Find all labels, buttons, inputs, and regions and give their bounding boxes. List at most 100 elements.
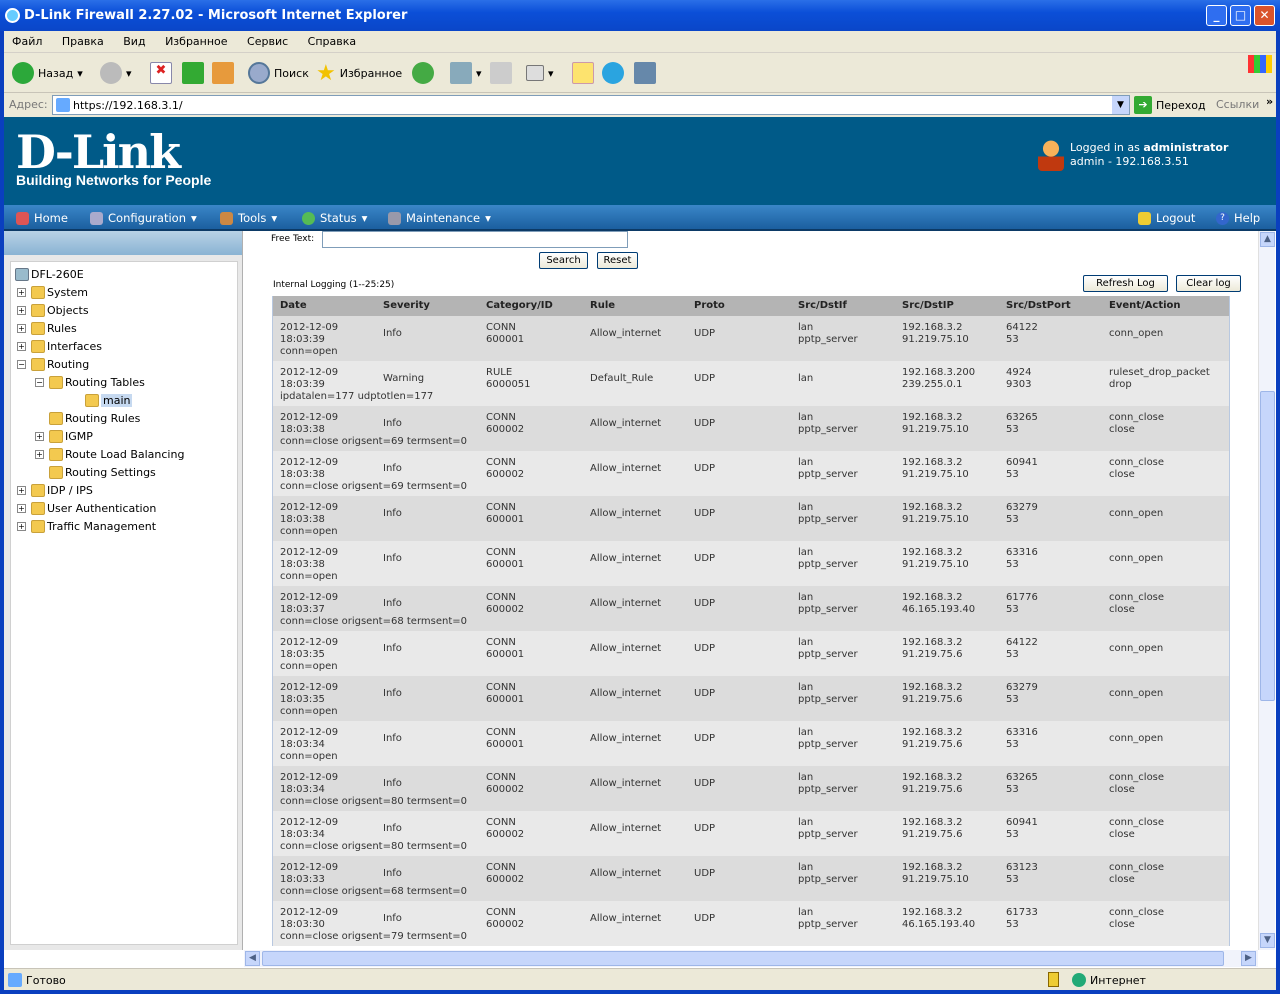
expand-icon[interactable]: + <box>17 504 26 513</box>
dlink-banner: D-Link Building Networks for People Logg… <box>4 117 1276 205</box>
tree-item-dfl-260e[interactable]: DFL-260E <box>15 266 84 283</box>
home-button[interactable] <box>212 61 234 85</box>
tree-item-main[interactable]: main <box>71 392 133 409</box>
notes-button[interactable] <box>572 61 594 85</box>
refresh-log-button[interactable]: Refresh Log <box>1083 275 1168 292</box>
address-dropdown-icon[interactable]: ▼ <box>1112 96 1129 114</box>
tree-item-objects[interactable]: + Objects <box>17 302 89 319</box>
address-input[interactable]: https://192.168.3.1/ ▼ <box>52 95 1130 115</box>
expand-icon[interactable]: + <box>17 486 26 495</box>
clear-log-button[interactable]: Clear log <box>1176 275 1241 292</box>
tree-item-system[interactable]: + System <box>17 284 88 301</box>
column-header[interactable]: Src/DstIP <box>902 300 954 312</box>
horizontal-scroll-thumb[interactable] <box>262 951 1224 966</box>
menu-tools[interactable]: Сервис <box>247 35 288 48</box>
tree-item-routing-settings[interactable]: Routing Settings <box>35 464 156 481</box>
tree-item-igmp[interactable]: + IGMP <box>35 428 93 445</box>
tree-item-route-load-balancing[interactable]: + Route Load Balancing <box>35 446 184 463</box>
table-cell: Allow_internet <box>590 733 662 744</box>
collapse-icon[interactable]: − <box>17 360 26 369</box>
expand-icon[interactable]: + <box>35 450 44 459</box>
scroll-left-icon[interactable]: ◀ <box>245 951 260 966</box>
table-cell: Info <box>383 598 402 609</box>
nav-tools[interactable]: Tools ▾ <box>220 211 277 225</box>
tree-item-user-authentication[interactable]: + User Authentication <box>17 500 156 517</box>
menu-help[interactable]: Справка <box>308 35 356 48</box>
cell-dstip: 91.219.75.6 <box>902 649 963 660</box>
skype-button[interactable] <box>602 61 624 85</box>
folder-icon <box>49 466 63 479</box>
favorites-button[interactable]: ★ Избранное <box>316 61 402 86</box>
column-header[interactable]: Severity <box>383 300 430 312</box>
nav-configuration[interactable]: Configuration ▾ <box>90 211 197 225</box>
table-row: 2012-12-09 18:03:35 Info CONN 600001 Allow_in… <box>273 676 1229 721</box>
expand-icon[interactable]: + <box>17 522 26 531</box>
column-header[interactable]: Rule <box>590 300 615 312</box>
free-text-input[interactable] <box>322 231 628 248</box>
tree-item-routing[interactable]: − Routing <box>17 356 89 373</box>
collapse-icon[interactable]: − <box>35 378 44 387</box>
nav-logout[interactable]: Logout <box>1138 211 1195 225</box>
maximize-button[interactable]: □ <box>1230 5 1251 26</box>
scroll-up-icon[interactable]: ▲ <box>1260 232 1275 247</box>
tree-item-routing-tables[interactable]: − Routing Tables <box>35 374 145 391</box>
vertical-scroll-thumb[interactable] <box>1260 391 1275 701</box>
horizontal-scrollbar[interactable]: ◀ ▶ <box>244 950 1258 967</box>
close-button[interactable]: ✕ <box>1254 5 1275 26</box>
table-cell: Allow_internet <box>590 643 662 654</box>
refresh-button[interactable] <box>182 61 204 85</box>
scroll-down-icon[interactable]: ▼ <box>1260 933 1275 948</box>
expand-icon[interactable]: + <box>17 342 26 351</box>
tree-item-routing-rules[interactable]: Routing Rules <box>35 410 140 427</box>
history-button[interactable] <box>412 61 434 85</box>
table-cell: 192.168.3.2 91.219.75.6 <box>902 772 962 796</box>
tree-item-interfaces[interactable]: + Interfaces <box>17 338 102 355</box>
cell-time: 18:03:35 <box>280 649 325 660</box>
column-header[interactable]: Date <box>280 300 307 312</box>
tree-item-rules[interactable]: + Rules <box>17 320 77 337</box>
cell-cat: CONN <box>486 502 516 513</box>
search-button[interactable]: Поиск <box>248 61 309 85</box>
edit-button[interactable]: ▾ <box>526 61 554 85</box>
go-button[interactable]: ➔ Переход <box>1134 96 1206 114</box>
expand-icon[interactable]: + <box>17 288 26 297</box>
column-header[interactable]: Proto <box>694 300 725 312</box>
forward-button[interactable]: ▾ <box>100 61 132 85</box>
mail-button[interactable]: ▾ <box>450 61 482 85</box>
search-button[interactable]: Search <box>539 252 588 269</box>
reset-button[interactable]: Reset <box>597 252 638 269</box>
tree-item-idp-ips[interactable]: + IDP / IPS <box>17 482 93 499</box>
menu-file[interactable]: Файл <box>12 35 42 48</box>
minimize-button[interactable]: _ <box>1206 5 1227 26</box>
expand-icon[interactable]: + <box>35 432 44 441</box>
chevron-icon[interactable]: » <box>1266 95 1273 108</box>
table-cell: 2012-12-09 18:03:37 <box>280 592 338 616</box>
links-button[interactable]: Ссылки <box>1216 98 1259 111</box>
cell-srcif: lan <box>798 457 814 468</box>
nav-home[interactable]: Home <box>16 211 68 225</box>
table-cell: UDP <box>694 598 716 609</box>
column-header[interactable]: Src/DstIf <box>798 300 847 312</box>
table-cell: conn_close close <box>1109 862 1164 886</box>
menu-favorites[interactable]: Избранное <box>165 35 227 48</box>
nav-status[interactable]: Status ▾ <box>302 211 367 225</box>
print-button[interactable] <box>490 61 512 85</box>
table-cell: 2012-12-09 18:03:38 <box>280 457 338 481</box>
column-header[interactable]: Event/Action <box>1109 300 1181 312</box>
back-button[interactable]: Назад ▾ <box>12 61 83 85</box>
nav-help[interactable]: ? Help <box>1216 211 1260 225</box>
nav-maintenance[interactable]: Maintenance ▾ <box>388 211 491 225</box>
column-header[interactable]: Src/DstPort <box>1006 300 1071 312</box>
menu-edit[interactable]: Правка <box>62 35 104 48</box>
expand-icon[interactable]: + <box>17 306 26 315</box>
research-button[interactable] <box>634 61 656 85</box>
menu-view[interactable]: Вид <box>123 35 145 48</box>
expand-icon[interactable]: + <box>17 324 26 333</box>
window-title: D-Link Firewall 2.27.02 - Microsoft Inte… <box>24 8 408 23</box>
column-header[interactable]: Category/ID <box>486 300 553 312</box>
stop-button[interactable]: ✖ <box>150 61 172 85</box>
tree-item-traffic-management[interactable]: + Traffic Management <box>17 518 156 535</box>
scroll-right-icon[interactable]: ▶ <box>1241 951 1256 966</box>
table-cell: Info <box>383 418 402 429</box>
vertical-scrollbar[interactable]: ▲ ▼ <box>1258 231 1275 950</box>
